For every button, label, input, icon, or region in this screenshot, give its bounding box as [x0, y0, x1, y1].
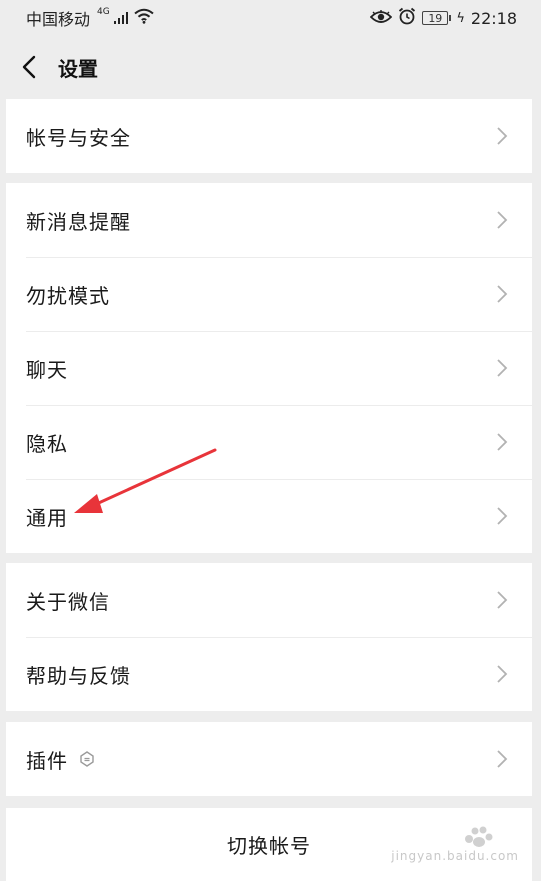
- settings-row-help-feedback[interactable]: 帮助与反馈: [6, 637, 532, 711]
- settings-row-plugins[interactable]: 插件: [6, 722, 532, 796]
- row-label: 帮助与反馈: [26, 663, 131, 688]
- status-bar: 中国移动 4G 19 ϟ 22:18: [0, 0, 541, 36]
- signal-icon: [113, 12, 129, 24]
- row-label: 关于微信: [26, 589, 110, 614]
- settings-row-notifications[interactable]: 新消息提醒: [6, 183, 532, 257]
- row-label: 隐私: [26, 431, 68, 456]
- chevron-right-icon: [497, 211, 508, 229]
- eye-icon: [370, 9, 393, 28]
- network-badge: 4G: [97, 7, 110, 17]
- settings-group-main: 新消息提醒 勿扰模式 聊天 隐私 通用: [6, 183, 532, 553]
- chevron-right-icon: [497, 433, 508, 451]
- chevron-right-icon: [497, 507, 508, 525]
- charging-bolt-icon: ϟ: [456, 10, 465, 26]
- settings-row-account-security[interactable]: 帐号与安全: [6, 99, 532, 173]
- row-label: 勿扰模式: [26, 283, 110, 308]
- switch-account-label: 切换帐号: [227, 834, 311, 858]
- alarm-icon: [398, 7, 416, 29]
- clock-time: 22:18: [470, 8, 517, 28]
- nav-bar: 设置: [0, 36, 541, 98]
- chevron-left-icon[interactable]: [22, 55, 46, 79]
- settings-row-about-wechat[interactable]: 关于微信: [6, 563, 532, 637]
- settings-group-about: 关于微信 帮助与反馈: [6, 563, 532, 711]
- settings-group-account: 帐号与安全: [6, 99, 532, 173]
- wifi-icon: [134, 8, 154, 28]
- battery-icon: 19: [422, 11, 452, 25]
- chevron-right-icon: [497, 359, 508, 377]
- settings-row-general[interactable]: 通用: [6, 479, 532, 553]
- settings-group-plugins: 插件: [6, 722, 532, 796]
- chevron-right-icon: [497, 127, 508, 145]
- page-title: 设置: [58, 56, 98, 81]
- chevron-right-icon: [497, 285, 508, 303]
- chevron-right-icon: [497, 591, 508, 609]
- carrier-label: 中国移动: [26, 10, 91, 29]
- status-right: 19 ϟ 22:18: [370, 7, 517, 29]
- chevron-right-icon: [497, 750, 508, 768]
- plugin-icon: [78, 750, 96, 768]
- settings-row-privacy[interactable]: 隐私: [6, 405, 532, 479]
- row-label: 通用: [26, 505, 68, 530]
- status-left: 中国移动 4G: [26, 6, 154, 30]
- watermark: jingyan.baidu.com: [391, 823, 519, 863]
- row-label: 聊天: [26, 357, 68, 382]
- settings-row-do-not-disturb[interactable]: 勿扰模式: [6, 257, 532, 331]
- paw-logo-icon: [465, 826, 493, 847]
- row-label: 新消息提醒: [26, 209, 131, 234]
- chevron-right-icon: [497, 665, 508, 683]
- row-label: 插件: [26, 748, 68, 773]
- watermark-text: jingyan.baidu.com: [391, 849, 519, 863]
- row-label: 帐号与安全: [26, 125, 131, 150]
- settings-row-chat[interactable]: 聊天: [6, 331, 532, 405]
- settings-screen: 中国移动 4G 19 ϟ 22:18 设置 帐号与安全 新消息提醒 勿扰模式 聊…: [0, 0, 541, 881]
